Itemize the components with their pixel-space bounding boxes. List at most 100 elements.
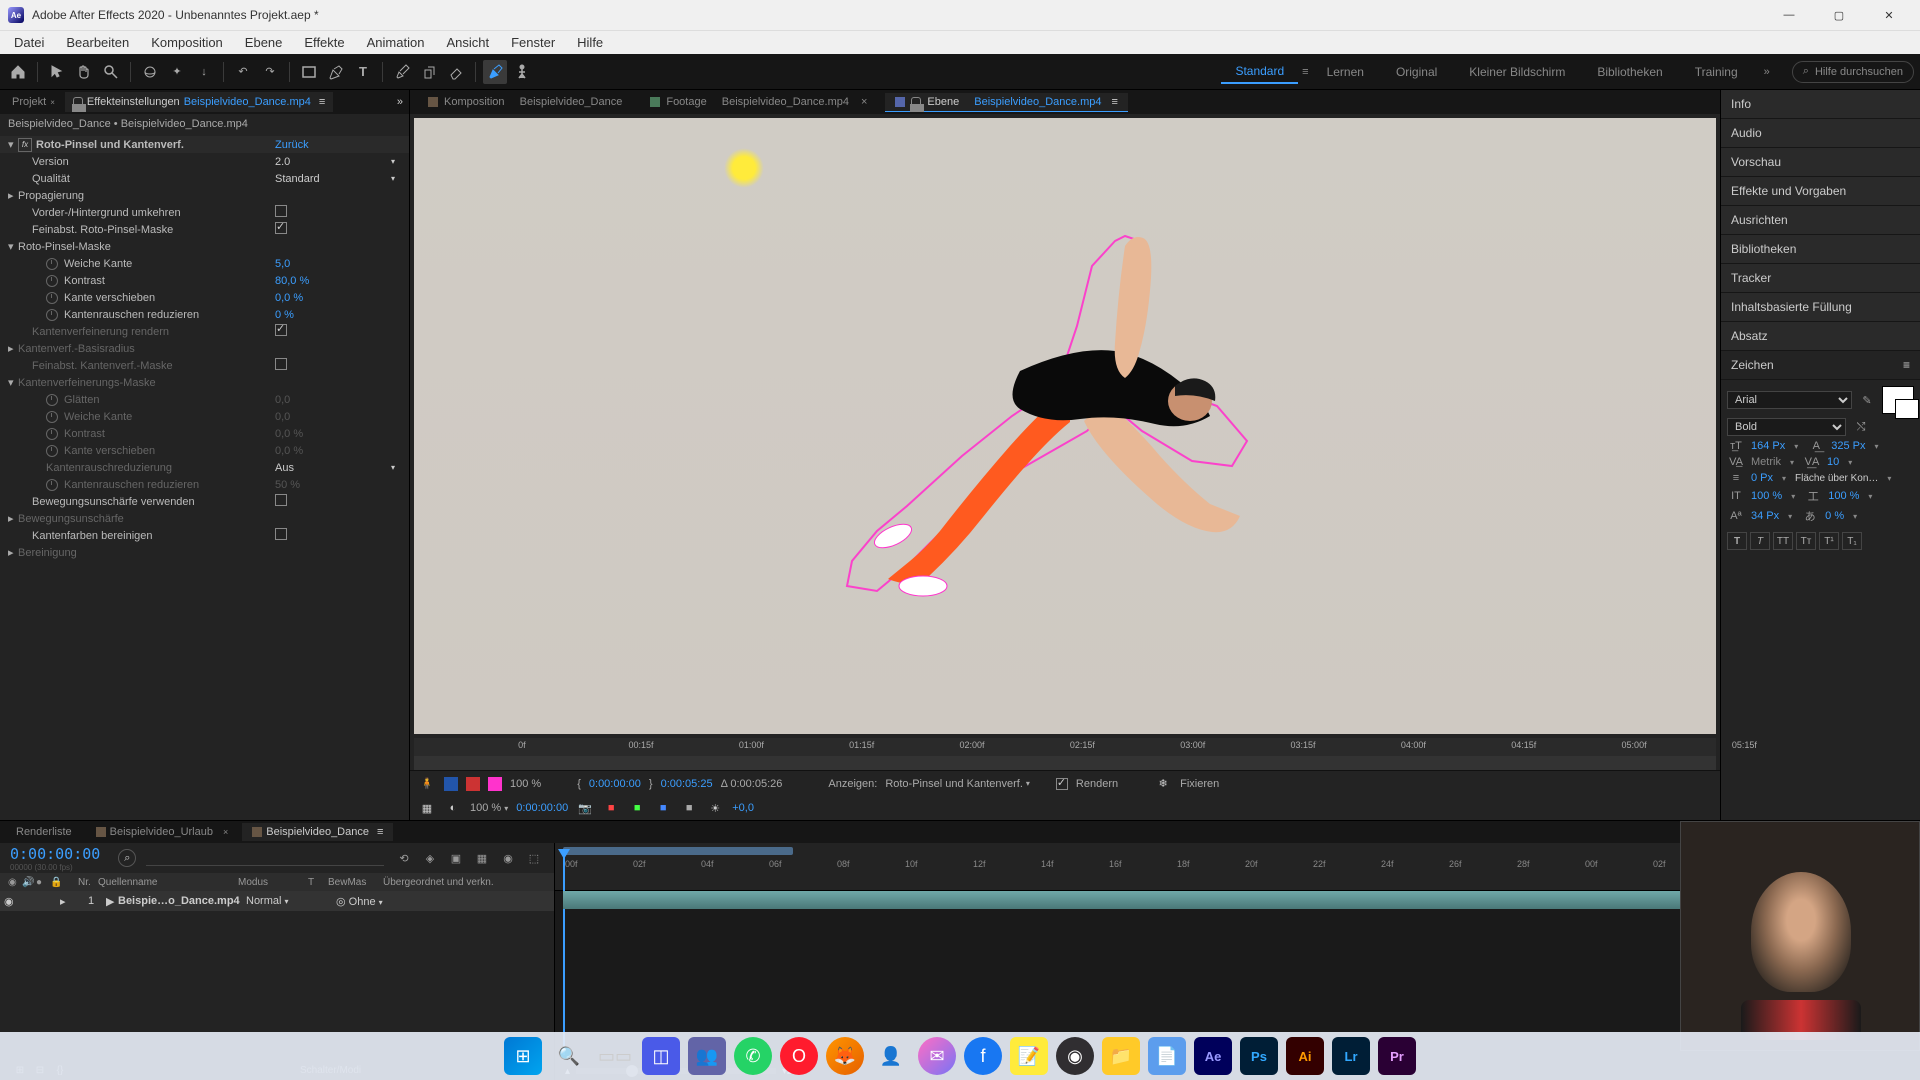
- channel-b-icon[interactable]: ■: [654, 799, 672, 817]
- vscale-value[interactable]: 100 %: [1751, 490, 1782, 502]
- exposure-icon[interactable]: ☀: [706, 799, 724, 817]
- indent-value[interactable]: 0 Px: [1751, 472, 1773, 484]
- stopwatch-icon[interactable]: [46, 411, 58, 423]
- workspace-original[interactable]: Original: [1382, 61, 1451, 83]
- menu-ebene[interactable]: Ebene: [235, 33, 293, 52]
- comp-flowchart-icon[interactable]: ◈: [420, 848, 440, 868]
- draft3d-icon[interactable]: ▣: [446, 848, 466, 868]
- prop-qualit-t[interactable]: QualitätStandard▾: [0, 170, 409, 187]
- prop-vorder-hintergrund-umkehren[interactable]: Vorder-/Hintergrund umkehren: [0, 204, 409, 221]
- obs-icon[interactable]: ◉: [1056, 1037, 1094, 1075]
- prop-kantenverfeinerungs-maske[interactable]: ▾Kantenverfeinerungs-Maske: [0, 374, 409, 391]
- frame-blend-icon[interactable]: ▦: [472, 848, 492, 868]
- tab-effekteinstellungen[interactable]: Effekteinstellungen Beispielvideo_Dance.…: [65, 92, 333, 112]
- panel-tracker[interactable]: Tracker: [1721, 264, 1920, 293]
- panel-info[interactable]: Info: [1721, 90, 1920, 119]
- premiere-icon[interactable]: Pr: [1378, 1037, 1416, 1075]
- work-area-bar[interactable]: [563, 847, 793, 855]
- hand-tool-icon[interactable]: [72, 60, 96, 84]
- start-button[interactable]: ⊞: [504, 1037, 542, 1075]
- font-size-value[interactable]: 164 Px: [1751, 440, 1785, 452]
- roto-brush-tool-icon[interactable]: [483, 60, 507, 84]
- redo-icon[interactable]: ↷: [258, 60, 282, 84]
- stopwatch-icon[interactable]: [46, 275, 58, 287]
- render-checkbox[interactable]: [1056, 778, 1068, 790]
- fill-color-swatch[interactable]: [1882, 386, 1914, 414]
- alpha-toggle-icon[interactable]: [444, 777, 458, 791]
- prop-kantenfarben-bereinigen[interactable]: Kantenfarben bereinigen: [0, 527, 409, 544]
- task-view-icon[interactable]: ▭▭: [596, 1037, 634, 1075]
- lock-column-icon[interactable]: 🔒: [46, 877, 60, 888]
- teams-icon[interactable]: 👥: [688, 1037, 726, 1075]
- prop-feinabst-roto-pinsel-maske[interactable]: Feinabst. Roto-Pinsel-Maske: [0, 221, 409, 238]
- prop-gl-tten[interactable]: Glätten0,0: [0, 391, 409, 408]
- superscript-button[interactable]: T¹: [1819, 532, 1839, 550]
- prop-kantenrauschreduzierung[interactable]: KantenrauschreduzierungAus▾: [0, 459, 409, 476]
- explorer-icon[interactable]: 📁: [1102, 1037, 1140, 1075]
- snap-down-icon[interactable]: ↓: [192, 60, 216, 84]
- panel-zeichen[interactable]: Zeichen≡: [1721, 351, 1920, 380]
- workspace-overflow-icon[interactable]: »: [1756, 66, 1778, 78]
- font-weight-dropdown[interactable]: Bold: [1727, 418, 1846, 436]
- grid-icon[interactable]: ▦: [418, 799, 436, 817]
- pen-tool-icon[interactable]: [324, 60, 348, 84]
- audio-column-icon[interactable]: 🔊: [18, 877, 32, 888]
- prop-version[interactable]: Version2.0▾: [0, 153, 409, 170]
- trackmatte-icon[interactable]: ◎ Ohne ▾: [336, 895, 391, 908]
- tab-dance[interactable]: Beispielvideo_Dance≡: [242, 823, 393, 841]
- solo-column-icon[interactable]: ●: [32, 877, 46, 888]
- zoom-tool-icon[interactable]: [99, 60, 123, 84]
- prop-propagierung[interactable]: ▸Propagierung: [0, 187, 409, 204]
- graph-editor-icon[interactable]: ⬚: [524, 848, 544, 868]
- channel-r-icon[interactable]: ■: [602, 799, 620, 817]
- home-icon[interactable]: [6, 60, 30, 84]
- workspace-training[interactable]: Training: [1681, 61, 1752, 83]
- tracking-value[interactable]: 10: [1827, 456, 1839, 468]
- orbit-tool-icon[interactable]: [138, 60, 162, 84]
- snapshot-icon[interactable]: 📷: [576, 799, 594, 817]
- playhead[interactable]: [563, 855, 565, 1055]
- viewer-tab-komposition[interactable]: Komposition Beispielvideo_Dance: [418, 93, 632, 111]
- freeze-icon[interactable]: ❄: [1154, 775, 1172, 793]
- minimize-button[interactable]: —: [1774, 9, 1804, 22]
- messenger-icon[interactable]: ✉: [918, 1037, 956, 1075]
- channel-a-icon[interactable]: ■: [680, 799, 698, 817]
- allcaps-button[interactable]: TT: [1773, 532, 1793, 550]
- timeline-timecode[interactable]: 0:00:00:00: [10, 845, 100, 863]
- stopwatch-icon[interactable]: [46, 292, 58, 304]
- panel-effekte[interactable]: Effekte und Vorgaben: [1721, 177, 1920, 206]
- font-family-dropdown[interactable]: Arial: [1727, 391, 1852, 409]
- leading-value[interactable]: 325 Px: [1831, 440, 1865, 452]
- in-point-value[interactable]: 0:00:00:00: [589, 778, 641, 790]
- prop-weiche-kante[interactable]: Weiche Kante5,0: [0, 255, 409, 272]
- smallcaps-button[interactable]: Tᴛ: [1796, 532, 1816, 550]
- sticky-notes-icon[interactable]: 📝: [1010, 1037, 1048, 1075]
- menu-fenster[interactable]: Fenster: [501, 33, 565, 52]
- subscript-button[interactable]: T₁: [1842, 532, 1862, 550]
- propagation-span-bar[interactable]: [414, 756, 1716, 770]
- workspace-lernen[interactable]: Lernen: [1313, 61, 1378, 83]
- italic-button[interactable]: T: [1750, 532, 1770, 550]
- panel-overflow-icon[interactable]: »: [391, 96, 409, 108]
- prop-kantenverf-basisradius[interactable]: ▸Kantenverf.-Basisradius: [0, 340, 409, 357]
- firefox-icon[interactable]: 🦊: [826, 1037, 864, 1075]
- baseline-value[interactable]: 34 Px: [1751, 510, 1779, 522]
- eye-column-icon[interactable]: ◉: [4, 877, 18, 888]
- widgets-icon[interactable]: ◫: [642, 1037, 680, 1075]
- layer-name[interactable]: Beispie…o_Dance.mp4: [118, 895, 246, 907]
- menu-animation[interactable]: Animation: [357, 33, 435, 52]
- stopwatch-icon[interactable]: [46, 394, 58, 406]
- panel-ausrichten[interactable]: Ausrichten: [1721, 206, 1920, 235]
- viewer-tab-footage[interactable]: Footage Beispielvideo_Dance.mp4 ×: [640, 93, 877, 111]
- prop-kantenrauschen-reduzieren[interactable]: Kantenrauschen reduzieren50 %: [0, 476, 409, 493]
- layer-row-1[interactable]: ◉ ▸ 1 ▶ Beispie…o_Dance.mp4 Normal ▾ ◎ O…: [0, 891, 554, 911]
- selection-tool-icon[interactable]: [45, 60, 69, 84]
- photoshop-icon[interactable]: Ps: [1240, 1037, 1278, 1075]
- facebook-icon[interactable]: f: [964, 1037, 1002, 1075]
- workspace-kleiner[interactable]: Kleiner Bildschirm: [1455, 61, 1579, 83]
- viewer-tab-ebene[interactable]: Ebene Beispielvideo_Dance.mp4 ≡: [885, 93, 1127, 112]
- prop-kantenverfeinerung-rendern[interactable]: Kantenverfeinerung rendern: [0, 323, 409, 340]
- kerning-value[interactable]: Metrik: [1751, 456, 1781, 468]
- prop-weiche-kante[interactable]: Weiche Kante0,0: [0, 408, 409, 425]
- stopwatch-icon[interactable]: [46, 428, 58, 440]
